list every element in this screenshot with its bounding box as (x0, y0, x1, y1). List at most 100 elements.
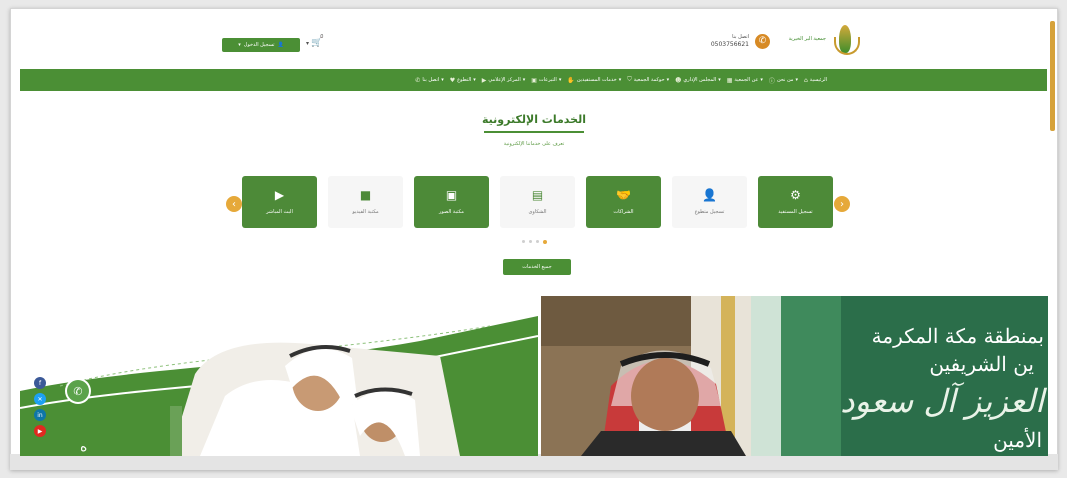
service-card[interactable]: ▶ البث المباشر (242, 176, 317, 228)
service-card-label: البث المباشر (266, 209, 293, 215)
carousel-dot[interactable] (536, 240, 539, 243)
chevron-down-icon: ▾ (618, 77, 622, 83)
nav-item-label: خدمات المستفيدين (576, 77, 617, 83)
inbox-icon: ▤ (531, 188, 544, 202)
twitter-icon[interactable]: ✕ (34, 393, 46, 405)
youtube-icon[interactable]: ▶ (34, 425, 46, 437)
nav-item[interactable]: ✋ خدمات المستفيدين ▾ (567, 77, 621, 84)
service-card[interactable]: 👤 تسجيل متطوع (672, 176, 747, 228)
heart-icon: ♥ (449, 76, 456, 84)
linkedin-icon[interactable]: in (34, 409, 46, 421)
nav-item-label: من نحن (776, 77, 794, 83)
contact-label: اتصل بنا (732, 34, 749, 40)
login-label: تسجيل الدخول (243, 42, 275, 48)
chevron-down-icon: ▾ (238, 42, 241, 48)
chevron-down-icon: ▾ (760, 77, 763, 83)
nav-item[interactable]: ⛉ حوكمة الجمعية ▾ (627, 76, 669, 84)
nav-item-label: الرئيسية (809, 77, 827, 83)
nav-item[interactable]: ⓘ من نحن ▾ (769, 76, 798, 85)
all-services-button[interactable]: جميع الخدمات (503, 259, 571, 275)
banner-line-3: العزيز آل سعود (840, 382, 1044, 420)
gallery-icon: ▣ (445, 188, 458, 202)
banner-left-image: ه (20, 296, 538, 456)
phone-icon: ✆ (755, 33, 770, 49)
section-title: الخدمات الإلكترونية (482, 113, 586, 126)
service-card[interactable]: 🤝 الشراكات (586, 176, 661, 228)
banner-left-graphic: ه (20, 296, 538, 456)
king-portrait-graphic (541, 296, 1048, 456)
nav-item[interactable]: ✆ اتصل بنا ▾ (415, 77, 443, 84)
nav-item[interactable]: ☻ المجلس الإداري ▾ (675, 77, 721, 84)
nav-item[interactable]: ▣ التبرعات ▾ (531, 77, 561, 84)
nav-item[interactable]: ▦ عن الجمعية ▾ (727, 77, 763, 84)
chevron-down-icon: ▾ (795, 77, 798, 83)
service-card[interactable]: ⚙ تسجيل المستفيد (758, 176, 833, 228)
nav-item[interactable]: ⌂ الرئيسية (804, 77, 827, 84)
carousel-dot[interactable] (522, 240, 525, 243)
banner-line-4: الأمين (993, 428, 1042, 452)
service-card-label: تسجيل متطوع (694, 209, 725, 215)
carousel-dot[interactable] (529, 240, 532, 243)
title-underline (484, 131, 584, 133)
carousel-next-button[interactable]: › (834, 196, 850, 212)
svg-text:ه: ه (80, 439, 87, 455)
carousel-dot[interactable] (543, 240, 547, 244)
chevron-down-icon: ▾ (666, 77, 670, 83)
person-icon: 👤 (702, 188, 717, 202)
chevron-down-icon: ▾ (558, 77, 562, 83)
main-navbar: ⌂ الرئيسية ⓘ من نحن ▾ ▦ عن الجمعية ▾ ☻ المجلس الإ… (20, 69, 1047, 91)
contact-info: اتصل بنا 0503756621 (711, 33, 749, 49)
service-card-label: مكتبة الصور (439, 209, 464, 215)
header-contact[interactable]: ✆ اتصل بنا 0503756621 (675, 28, 770, 54)
phone-icon: ✆ (415, 76, 421, 84)
service-card[interactable]: ▤ الشكاوى (500, 176, 575, 228)
handshake-icon: 🤝 (616, 188, 631, 202)
service-card-label: الشراكات (613, 209, 634, 215)
nav-item-label: اتصل بنا (422, 77, 440, 83)
gears-icon: ⚙ (790, 188, 801, 202)
service-card[interactable]: ■ مكتبة الفيديو (328, 176, 403, 228)
chevron-right-icon: › (840, 198, 844, 210)
nav-item[interactable]: ▶ المركز الإعلامي ▾ (482, 77, 525, 84)
media-icon: ▶ (481, 76, 487, 84)
section-subtitle: تعرف على خدماتنا الإلكترونية (503, 141, 565, 147)
logo-emblem-icon (830, 23, 860, 55)
nav-item-label: المجلس الإداري (683, 77, 717, 83)
carousel-dots (522, 240, 547, 244)
chevron-down-icon: ▾ (473, 77, 476, 83)
home-icon: ⌂ (803, 76, 808, 84)
carousel-prev-button[interactable]: ‹ (226, 196, 242, 212)
camera-icon: ■ (359, 188, 372, 202)
hand-icon: ✋ (567, 76, 575, 84)
service-card-label: الشكاوى (528, 209, 547, 215)
page-scrollbar[interactable] (1050, 21, 1055, 131)
chevron-down-icon: ▾ (522, 77, 526, 83)
cart-count: 0 (320, 34, 324, 40)
chevron-left-icon: ‹ (232, 198, 236, 210)
user-icon: 👤 (277, 42, 284, 48)
chevron-down-icon: ▾ (441, 77, 444, 83)
contact-phone: 0503756621 (710, 41, 749, 48)
service-card[interactable]: ▣ مكتبة الصور (414, 176, 489, 228)
nav-item-label: حوكمة الجمعية (633, 77, 665, 83)
facebook-icon[interactable]: f (34, 377, 46, 389)
chevron-down-icon: ▾ (306, 39, 310, 47)
whatsapp-icon: ✆ (73, 384, 83, 398)
nav-item-label: التبرعات (538, 77, 557, 83)
youtube-icon: ▶ (274, 188, 285, 202)
nav-item-label: المركز الإعلامي (488, 77, 521, 83)
cart-button[interactable]: ▾ 🛒 0 (306, 34, 340, 52)
chevron-down-icon: ▾ (718, 77, 721, 83)
banner-right-image: بمنطقة مكة المكرمة ين الشريفين العزيز آل… (541, 296, 1048, 456)
site-logo[interactable]: جمعية البر الخيرية (770, 22, 860, 56)
users-icon: ☻ (675, 76, 682, 84)
banner-line-1: بمنطقة مكة المكرمة (871, 324, 1044, 348)
banner-line-2: ين الشريفين (929, 352, 1034, 376)
nav-item-label: عن الجمعية (734, 77, 759, 83)
page-bottom-edge (10, 454, 1058, 470)
whatsapp-button[interactable]: ✆ (67, 380, 89, 402)
nav-item[interactable]: ♥ التطوع ▾ (450, 77, 476, 84)
login-button[interactable]: ▾ تسجيل الدخول 👤 (222, 38, 300, 52)
gift-icon: ▣ (531, 76, 537, 84)
info-icon: ⓘ (768, 77, 775, 85)
